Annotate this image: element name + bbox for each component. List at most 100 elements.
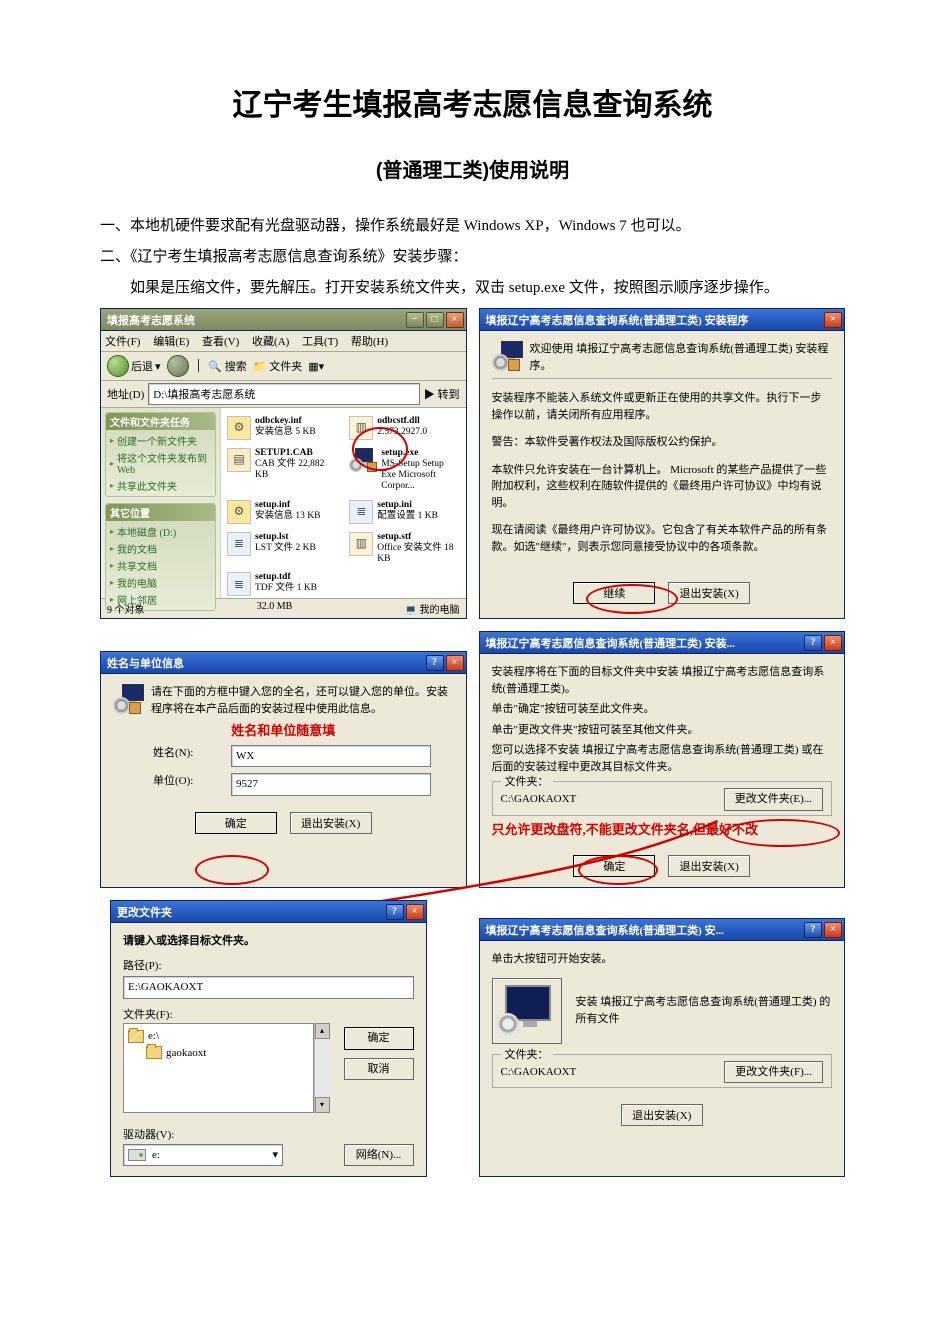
file-item[interactable]: ≣setup.tdfTDF 文件 1 KB [225,570,339,598]
menu-file[interactable]: 文件(F) [105,336,140,348]
destdir-line: 单击"确定"按钮可装至此文件夹。 [492,701,833,718]
close-button[interactable]: × [824,635,842,651]
nav-back[interactable]: 后退 ▾ [107,355,161,377]
file-setup-exe[interactable]: setup.exeMS-Setup Setup Exe Microsoft Co… [347,446,461,494]
page-title: 辽宁考生填报高考志愿信息查询系统 [100,80,845,124]
status-objects: 9 个对象 [107,601,145,616]
task-item[interactable]: 将这个文件夹发布到 Web [110,449,211,477]
setup-exe-icon [349,448,377,472]
tb-views-icon[interactable]: ▦▾ [308,360,324,373]
file-item[interactable]: ▤SETUP1.CABCAB 文件 22,882 KB [225,446,339,494]
maximize-button[interactable]: □ [426,312,444,328]
place-item[interactable]: 我的电脑 [110,574,211,591]
scrollbar[interactable]: ▴▾ [314,1023,330,1113]
ok-button[interactable]: 确定 [195,812,277,834]
folder-tree[interactable]: e:\ gaokaoxt [123,1023,314,1113]
nav-forward[interactable] [167,355,189,377]
explorer-window: 填报高考志愿系统 − □ × 文件(F) 编辑(E) 查看(V) 收藏(A) 工… [100,308,467,619]
file-item[interactable]: ⚙odbckey.inf安装信息 5 KB [225,414,339,442]
menu-edit[interactable]: 编辑(E) [153,336,189,348]
ini-icon: ≣ [349,500,373,524]
setup-title: 填报辽宁高考志愿信息查询系统(普通理工类) 安装程序 [486,312,749,328]
stf-icon: ▥ [349,532,373,556]
file-item[interactable]: ⚙setup.inf安装信息 13 KB [225,498,339,526]
task-item[interactable]: 创建一个新文件夹 [110,432,211,449]
address-label: 地址(D) [107,386,144,402]
close-button[interactable]: × [824,922,842,938]
other-places-header: 其它位置 [106,504,215,521]
menu-help[interactable]: 帮助(H) [351,336,388,348]
installer-icon [492,341,520,371]
folders-label: 文件夹(F): [123,1007,414,1024]
destdir-line: 您可以选择不安装 填报辽宁高考志愿信息查询系统(普通理工类) 或在后面的安装过程… [492,742,833,775]
change-folder-button[interactable]: 更改文件夹(E)... [724,788,823,811]
org-label: 单位(O): [153,773,223,796]
network-button[interactable]: 网络(N)... [344,1144,414,1167]
file-item[interactable]: ≣setup.lstLST 文件 2 KB [225,530,339,567]
org-field[interactable]: 9527 [231,773,431,796]
file-item[interactable]: ≣setup.ini配置设置 1 KB [347,498,461,526]
changefolder-window: 更改文件夹 ? × 请键入或选择目标文件夹。 路径(P): E:\GAOKAOX… [110,900,427,1177]
close-button[interactable]: × [446,655,464,671]
ok-button[interactable]: 确定 [573,855,655,877]
place-item[interactable]: 本地磁盘 (D:) [110,523,211,540]
place-item[interactable]: 共享文档 [110,557,211,574]
big-install-button[interactable] [492,978,562,1044]
change-folder-button[interactable]: 更改文件夹(F)... [724,1061,823,1084]
help-button[interactable]: ? [804,922,822,938]
address-field[interactable]: D:\填报高考志愿系统 [148,383,419,405]
menu-view[interactable]: 查看(V) [202,336,239,348]
monitor-icon [499,985,555,1033]
changefolder-title: 更改文件夹 [117,904,172,920]
drive-icon [128,1149,146,1161]
exit-install-button[interactable]: 退出安装(X) [621,1104,703,1126]
path-label: 路径(P): [123,958,414,975]
exit-install-button[interactable]: 退出安装(X) [668,582,750,604]
continue-button[interactable]: 继续 [573,582,655,604]
exit-install-button[interactable]: 退出安装(X) [290,812,372,834]
name-field[interactable]: WX [231,745,431,768]
cancel-button[interactable]: 取消 [344,1058,414,1081]
begin-title: 填报辽宁高考志愿信息查询系统(普通理工类) 安... [486,922,724,938]
menu-bar: 文件(F) 编辑(E) 查看(V) 收藏(A) 工具(T) 帮助(H) [101,331,466,352]
close-button[interactable]: × [824,312,842,328]
close-button[interactable]: × [446,312,464,328]
inf-icon: ⚙ [227,500,251,524]
begin-window: 填报辽宁高考志愿信息查询系统(普通理工类) 安... ? × 单击大按钮可开始安… [479,918,846,1177]
close-button[interactable]: × [406,904,424,920]
destdir-line: 单击"更改文件夹"按钮可装至其他文件夹。 [492,722,833,739]
path-field[interactable]: E:\GAOKAOXT [123,976,414,999]
paragraph-3: 如果是压缩文件，要先解压。打开安装系统文件夹，双击 setup.exe 文件，按… [100,275,845,302]
folder-path: C:\GAOKAOXT [501,791,577,808]
tb-search[interactable]: 🔍 搜索 [208,358,246,374]
file-item[interactable]: ▥odbcstf.dll2.573.2927.0 [347,414,461,442]
help-button[interactable]: ? [426,655,444,671]
paragraph-2: 二、《辽宁考生填报高考志愿信息查询系统》安装步骤： [100,244,845,271]
warn-text: 本软件只允许安装在一台计算机上。 Microsoft 的某些产品提供了一些附加权… [492,462,833,512]
task-item[interactable]: 共享此文件夹 [110,477,211,494]
drive-combo[interactable]: e: ▾ [123,1144,283,1167]
help-button[interactable]: ? [804,635,822,651]
status-size: 32.0 MB [257,601,293,616]
place-item[interactable]: 我的文档 [110,540,211,557]
minimize-button[interactable]: − [406,312,424,328]
page-subtitle: (普通理工类)使用说明 [100,154,845,183]
tb-folders[interactable]: 📁 文件夹 [253,358,302,374]
warn-text: 现在请阅读《最终用户许可协议》。它包含了有关本软件产品的所有条款。如选"继续"，… [492,522,833,555]
ok-button[interactable]: 确定 [344,1027,414,1050]
install-desc: 安装 填报辽宁高考志愿信息查询系统(普通理工类) 的所有文件 [576,994,833,1027]
exit-install-button[interactable]: 退出安装(X) [668,855,750,877]
menu-favorites[interactable]: 收藏(A) [252,336,289,348]
warn-text: 安装程序不能装入系统文件或更新正在使用的共享文件。执行下一步操作以前，请关闭所有… [492,390,833,423]
name-label: 姓名(N): [153,745,223,768]
go-button[interactable]: ▶ 转到 [424,386,460,402]
annotation-note: 只允许更改盘符,不能更改文件夹名,但最好不改 [492,822,759,837]
folder-icon [146,1046,162,1059]
folder-group: 文件夹： C:\GAOKAOXT 更改文件夹(F)... [492,1054,833,1089]
annotation-circle [195,855,269,885]
menu-tools[interactable]: 工具(T) [302,336,338,348]
help-button[interactable]: ? [386,904,404,920]
folder-path: C:\GAOKAOXT [501,1064,577,1081]
status-location: 💻 我的电脑 [405,601,460,616]
file-item[interactable]: ▥setup.stfOffice 安装文件 18 KB [347,530,461,567]
